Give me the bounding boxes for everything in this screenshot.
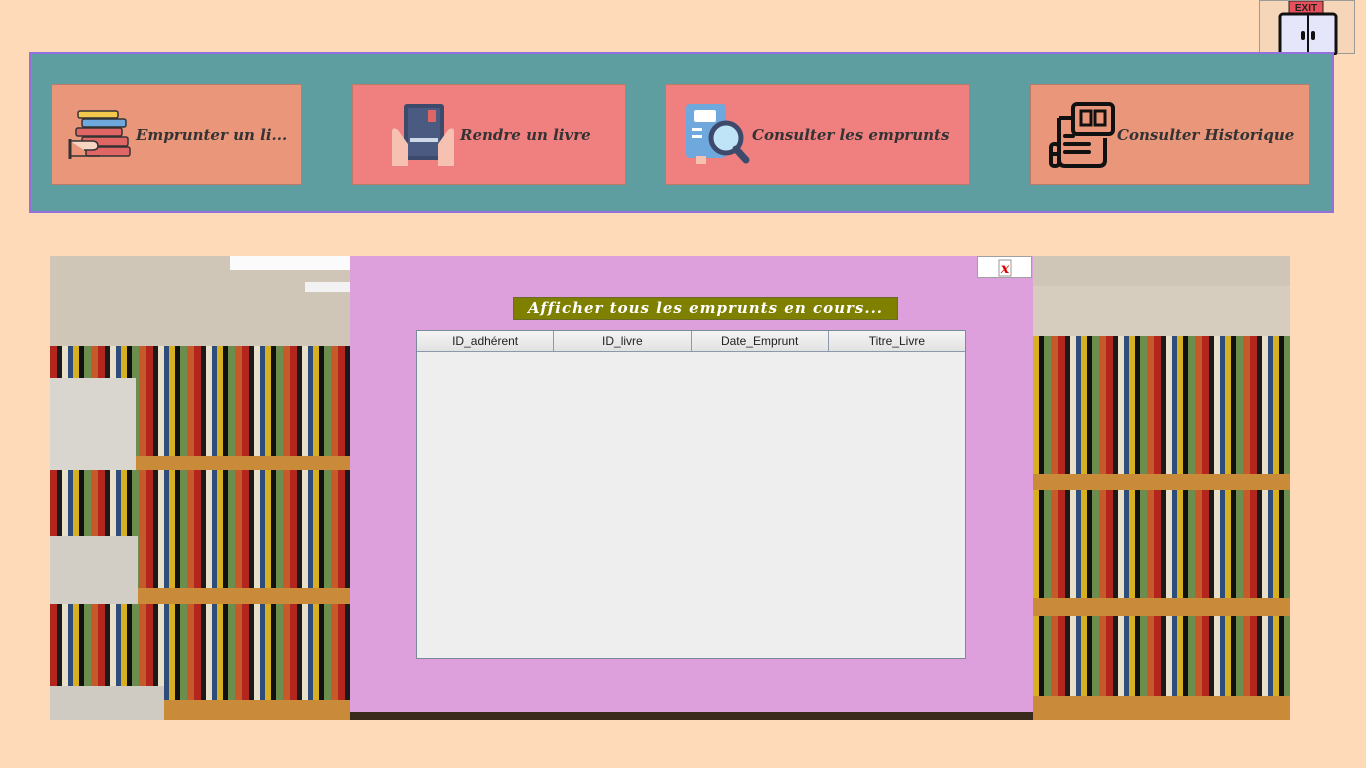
return-book-button[interactable]: Rendre un livre	[352, 84, 626, 185]
column-header-member-id[interactable]: ID_adhérent	[417, 331, 555, 352]
current-loans-panel: x Afficher tous les emprunts en cours...…	[350, 256, 1033, 712]
exit-button[interactable]: EXIT	[1259, 0, 1355, 55]
borrow-book-button[interactable]: Emprunter un li...	[51, 84, 302, 185]
book-search-icon	[682, 102, 750, 168]
column-header-book-id[interactable]: ID_livre	[554, 331, 692, 352]
consult-loans-label: Consulter les emprunts	[752, 125, 950, 144]
loans-table[interactable]: ID_adhérent ID_livre Date_Emprunt Titre_…	[416, 330, 966, 659]
consult-history-button[interactable]: Consulter Historique	[1030, 84, 1310, 185]
table-body[interactable]	[417, 352, 965, 658]
close-panel-button[interactable]: x	[977, 256, 1032, 278]
hands-book-icon	[390, 102, 456, 168]
history-document-icon	[1049, 101, 1115, 168]
column-header-loan-date[interactable]: Date_Emprunt	[691, 331, 829, 352]
table-header: ID_adhérent ID_livre Date_Emprunt Titre_…	[417, 331, 965, 352]
main-toolbar: Emprunter un li... Rendre un livre Consu…	[29, 52, 1334, 213]
books-hand-icon	[68, 109, 132, 161]
return-book-label: Rendre un livre	[460, 125, 591, 144]
close-icon: x	[998, 259, 1012, 277]
panel-title: Afficher tous les emprunts en cours...	[513, 297, 898, 320]
close-label: x	[1000, 261, 1010, 277]
exit-sign-text: EXIT	[1295, 3, 1317, 14]
exit-door-icon: EXIT	[1278, 1, 1338, 55]
consult-loans-button[interactable]: Consulter les emprunts	[665, 84, 970, 185]
column-header-book-title[interactable]: Titre_Livre	[828, 331, 965, 352]
borrow-book-label: Emprunter un li...	[136, 125, 288, 144]
consult-history-label: Consulter Historique	[1117, 125, 1295, 144]
